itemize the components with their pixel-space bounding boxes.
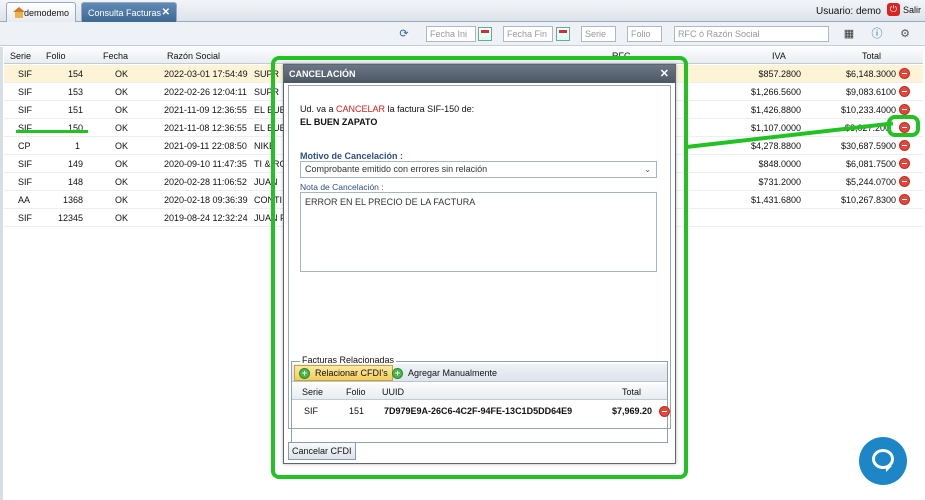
cell-fecha: 2021-11-09 12:36:55 xyxy=(164,105,247,115)
calculator-icon[interactable]: ▦ xyxy=(842,27,856,41)
logout-label: Salir xyxy=(902,4,921,15)
col-serie[interactable]: Serie xyxy=(10,51,31,61)
cell-iva: $1,266.5600 xyxy=(750,87,801,97)
cell-total: $6,081.7500 xyxy=(845,159,896,169)
col-total[interactable]: Total xyxy=(862,51,881,61)
cell-fecha: 2022-03-01 17:54:49 xyxy=(164,69,248,79)
cell-fecha: 2021-11-08 12:36:55 xyxy=(164,123,247,133)
cell-fecha: 2020-02-28 11:06:52 xyxy=(164,177,247,187)
cell-fecha: 2021-09-11 22:08:50 xyxy=(164,141,247,151)
cell-estado: OK xyxy=(115,69,129,79)
cell-folio: 12345 xyxy=(58,213,84,223)
fecha-ini-input[interactable]: Fecha Ini xyxy=(426,26,476,42)
cell-estado: OK xyxy=(115,213,129,223)
highlight-circle xyxy=(887,115,920,137)
cancel-icon[interactable] xyxy=(899,86,910,97)
cell-iva: $1,431.6800 xyxy=(750,195,801,205)
cell-folio: 1 xyxy=(75,141,81,151)
cell-serie: AA xyxy=(18,195,31,205)
cell-folio: 153 xyxy=(68,87,84,97)
top-tab-bar: demodemo Consulta Facturas ✕ Usuario: de… xyxy=(0,0,925,22)
cell-serie: SIF xyxy=(18,87,33,97)
tab-consulta-facturas[interactable]: Consulta Facturas ✕ xyxy=(81,2,177,22)
cancel-icon[interactable] xyxy=(899,176,910,187)
serie-input[interactable]: Serie xyxy=(581,26,616,42)
cell-total: $30,687.5900 xyxy=(840,141,896,151)
cell-iva: $731.2000 xyxy=(758,177,801,187)
cell-estado: OK xyxy=(115,105,129,115)
collapse-handle[interactable] xyxy=(0,47,3,500)
highlight-underline xyxy=(16,130,88,133)
cell-serie: SIF xyxy=(18,69,33,79)
cell-serie: SIF xyxy=(18,105,33,115)
cancel-icon[interactable] xyxy=(899,194,910,205)
cell-fecha: 2022-02-26 12:04:11 xyxy=(164,87,247,97)
cell-serie: SIF xyxy=(18,213,33,223)
tab-home-label: demodemo xyxy=(23,7,69,18)
cell-iva: $848.0000 xyxy=(758,159,801,169)
cell-total: $5,244.0700 xyxy=(845,177,896,187)
cell-serie: CP xyxy=(18,141,31,151)
cell-fecha: 2019-08-24 12:32:24 xyxy=(164,213,248,223)
cell-folio: 148 xyxy=(68,177,84,187)
cell-serie: SIF xyxy=(18,159,33,169)
cell-estado: OK xyxy=(115,123,129,133)
logout-button[interactable]: ⏻ Salir xyxy=(886,3,921,16)
fecha-fin-input[interactable]: Fecha Fin xyxy=(503,26,553,42)
cell-serie: SIF xyxy=(18,177,33,187)
cell-total: $9,083.6100 xyxy=(845,87,896,97)
cancel-icon[interactable] xyxy=(899,104,910,115)
cell-estado: OK xyxy=(115,195,129,205)
calendar-icon[interactable] xyxy=(478,27,492,41)
cancel-icon[interactable] xyxy=(899,158,910,169)
close-tab-icon[interactable]: ✕ xyxy=(162,7,170,18)
tab-consulta-label: Consulta Facturas xyxy=(88,7,162,18)
chat-icon-tail xyxy=(886,466,892,472)
cell-estado: OK xyxy=(115,177,129,187)
cell-estado: OK xyxy=(115,87,129,97)
cell-estado: OK xyxy=(115,141,129,151)
cell-iva: $1,426.8800 xyxy=(750,105,801,115)
cell-total: $10,267.8300 xyxy=(840,195,896,205)
cell-total: $10,233.4000 xyxy=(840,105,896,115)
settings-icon[interactable]: ⚙ xyxy=(898,27,912,41)
user-label: Usuario: demo xyxy=(815,6,881,17)
col-folio[interactable]: Folio xyxy=(46,51,66,61)
chat-button[interactable] xyxy=(859,437,907,485)
col-iva[interactable]: IVA xyxy=(772,51,786,61)
calendar-icon[interactable] xyxy=(556,27,570,41)
info-icon[interactable]: ⓘ xyxy=(870,27,884,41)
rfc-search-input[interactable]: RFC ó Razón Social xyxy=(674,26,829,42)
cancel-icon[interactable] xyxy=(899,68,910,79)
cell-fecha: 2020-02-18 09:36:39 xyxy=(164,195,248,205)
cell-iva: $4,278.8800 xyxy=(750,141,801,151)
cell-total: $6,148.3000 xyxy=(845,69,896,79)
power-icon: ⏻ xyxy=(886,3,900,16)
cell-folio: 149 xyxy=(68,159,84,169)
folio-input[interactable]: Folio xyxy=(627,26,662,42)
cancel-icon[interactable] xyxy=(899,140,910,151)
cell-iva: $857.2800 xyxy=(758,69,801,79)
cell-estado: OK xyxy=(115,159,129,169)
cell-iva: $1,107.0000 xyxy=(750,123,801,133)
cell-folio: 151 xyxy=(68,105,84,115)
refresh-icon[interactable]: ⟳ xyxy=(397,27,411,41)
filter-toolbar: ⟳ Fecha Ini Fecha Fin Serie Folio RFC ó … xyxy=(0,22,925,46)
col-fecha[interactable]: Fecha xyxy=(103,51,128,61)
tab-home[interactable]: demodemo xyxy=(6,2,76,22)
cell-folio: 1368 xyxy=(63,195,84,205)
cell-fecha: 2020-09-10 11:47:35 xyxy=(164,159,247,169)
home-icon xyxy=(13,7,25,18)
highlight-box xyxy=(271,56,688,479)
cell-folio: 154 xyxy=(68,69,84,79)
col-razon-social[interactable]: Razón Social xyxy=(167,51,220,61)
